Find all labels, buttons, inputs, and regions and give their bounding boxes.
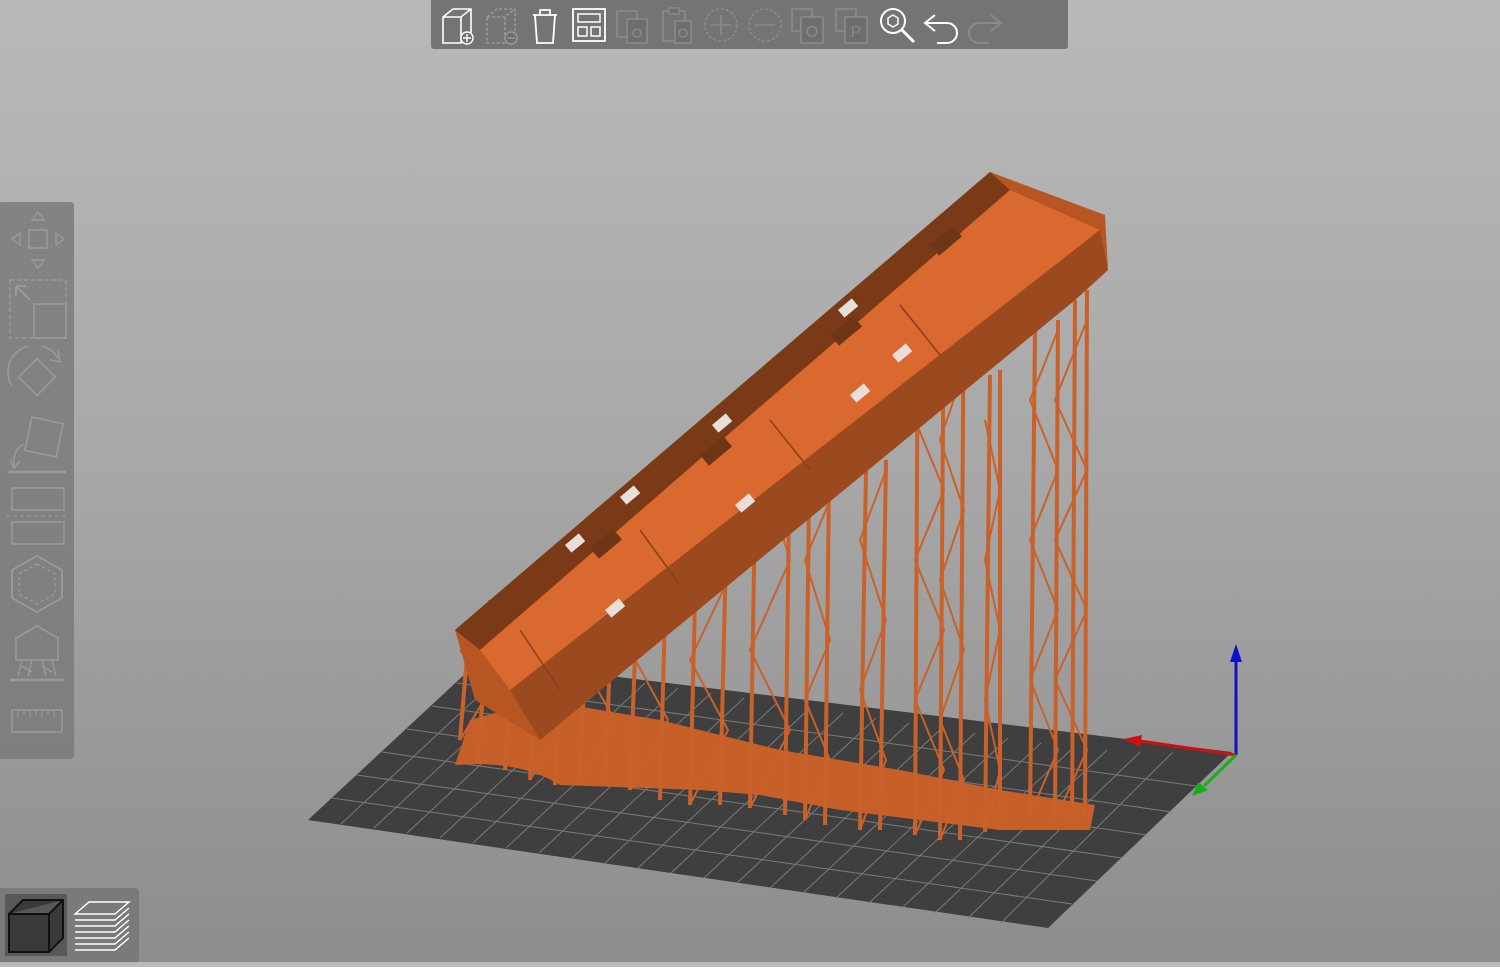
remove-instance-icon <box>748 7 782 42</box>
left-toolbar <box>0 202 74 759</box>
move-icon <box>10 210 66 270</box>
search-button[interactable] <box>875 3 919 47</box>
copy-button[interactable] <box>611 3 655 47</box>
redo-button[interactable] <box>963 3 1007 47</box>
3d-viewport[interactable] <box>0 0 1500 962</box>
delete-button[interactable] <box>479 3 523 47</box>
delete-icon <box>486 7 518 45</box>
sla-support-points-icon <box>10 625 64 682</box>
split-to-parts-button[interactable]: P <box>831 3 875 47</box>
add-instance-icon <box>704 7 738 42</box>
scale-tool[interactable] <box>4 276 70 342</box>
add-icon <box>442 7 474 45</box>
copy-icon <box>616 9 648 44</box>
redo-icon <box>968 13 1003 44</box>
arrange-icon <box>572 7 606 42</box>
view-toggle <box>0 888 139 962</box>
remove-instance-button[interactable] <box>743 3 787 47</box>
scale-icon <box>9 279 67 339</box>
rotate-icon <box>7 344 61 397</box>
top-toolbar: O P <box>431 0 1068 49</box>
preview-layers-icon <box>73 901 131 951</box>
delete-all-icon <box>533 8 557 44</box>
split-to-parts-icon: P <box>835 7 868 44</box>
paste-button[interactable] <box>655 3 699 47</box>
measure-tool[interactable] <box>4 702 70 742</box>
split-to-objects-icon: O <box>791 7 824 44</box>
delete-all-button[interactable] <box>523 3 567 47</box>
undo-button[interactable] <box>919 3 963 47</box>
preview-layers-button[interactable] <box>71 894 133 956</box>
undo-icon <box>923 13 958 44</box>
add-instance-button[interactable] <box>699 3 743 47</box>
model[interactable] <box>455 172 1108 740</box>
split-objects-letter: O <box>806 24 818 41</box>
split-parts-letter: P <box>851 24 862 41</box>
sla-support-points-tool[interactable] <box>4 622 70 688</box>
hollow-icon <box>11 554 63 614</box>
3d-view-icon <box>8 899 64 953</box>
paste-icon <box>662 6 692 44</box>
search-icon <box>880 7 916 43</box>
3d-view-button[interactable] <box>5 894 67 956</box>
scene-canvas[interactable] <box>0 0 1500 962</box>
measure-icon <box>11 709 63 733</box>
arrange-button[interactable] <box>567 3 611 47</box>
cut-tool[interactable] <box>4 484 70 548</box>
place-on-face-icon <box>8 416 66 474</box>
cut-icon <box>6 487 68 545</box>
place-on-face-tool[interactable] <box>4 414 70 478</box>
rotate-tool[interactable] <box>4 344 70 408</box>
split-to-objects-button[interactable]: O <box>787 3 831 47</box>
add-button[interactable] <box>435 3 479 47</box>
move-tool[interactable] <box>4 208 70 272</box>
hollow-tool[interactable] <box>4 552 70 616</box>
